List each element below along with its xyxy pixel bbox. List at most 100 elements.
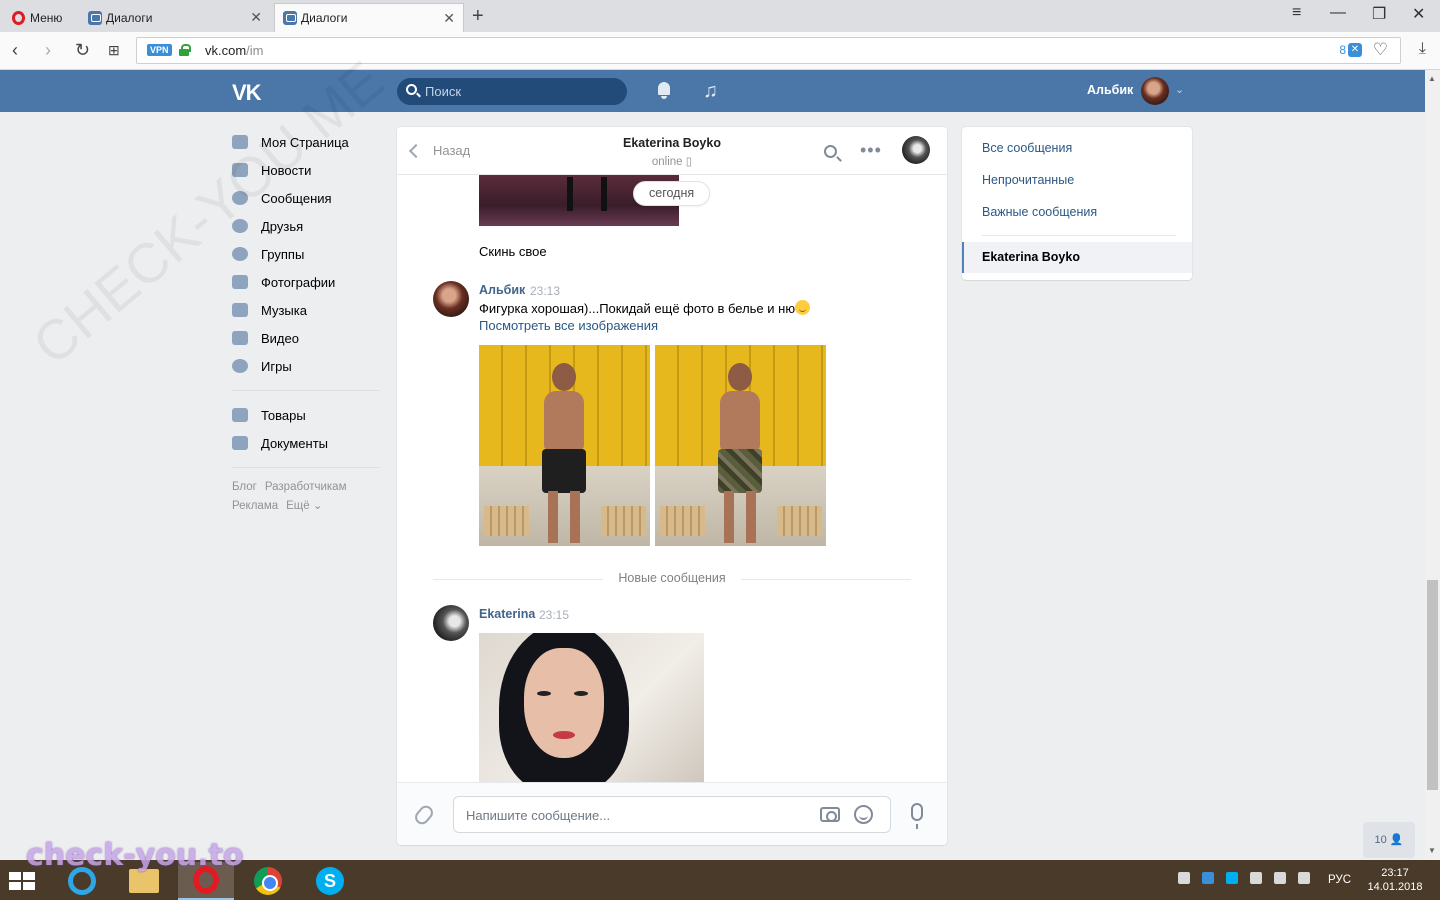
search-input[interactable] xyxy=(425,82,615,101)
taskbar-clock[interactable]: 23:17 14.01.2018 xyxy=(1364,866,1426,894)
search-icon xyxy=(406,84,417,95)
clock-time: 23:17 xyxy=(1381,867,1409,879)
tray-skype-icon[interactable] xyxy=(1226,872,1238,884)
message-input[interactable] xyxy=(466,806,806,824)
network-icon[interactable] xyxy=(1274,872,1286,884)
message-composer xyxy=(397,782,947,845)
opera-menu-label: Меню xyxy=(30,10,63,25)
vk-logo[interactable]: VK xyxy=(232,80,262,106)
online-friends-badge[interactable]: 10 👤 xyxy=(1363,822,1415,858)
scroll-down-arrow-icon[interactable]: ▼ xyxy=(1428,846,1436,855)
adblock-count: 8 xyxy=(1339,43,1346,57)
menu-item-goods[interactable]: Товары xyxy=(230,401,380,429)
tray-icon[interactable] xyxy=(1202,872,1214,884)
menu-item-photos[interactable]: Фотографии xyxy=(230,268,380,296)
message-author[interactable]: Ekaterina xyxy=(479,607,535,621)
url-field[interactable]: VPN vk.com/im 8 ✕ ♡ xyxy=(136,37,1401,64)
page-scrollbar[interactable]: ▲ ▼ xyxy=(1425,70,1440,860)
message-avatar[interactable] xyxy=(433,605,469,641)
heart-icon[interactable]: ♡ xyxy=(1373,40,1388,60)
music-note-icon xyxy=(232,303,248,317)
taskbar-chrome[interactable] xyxy=(240,862,296,900)
person-icon: 👤 xyxy=(1389,834,1404,846)
message-photo[interactable] xyxy=(479,633,704,783)
chevron-down-icon[interactable]: ⌄ xyxy=(1175,83,1184,96)
browser-tab-1[interactable]: Диалоги ✕ xyxy=(80,3,270,32)
chat-search-icon[interactable] xyxy=(824,145,837,158)
active-dialog-item[interactable]: Ekaterina Boyko xyxy=(962,242,1192,273)
back-arrow-icon[interactable]: ‹ xyxy=(12,40,18,61)
url-path: /im xyxy=(246,43,264,58)
camera-icon[interactable] xyxy=(820,807,840,822)
menu-item-music[interactable]: Музыка xyxy=(230,296,380,324)
message-time[interactable]: 23:13 xyxy=(530,284,560,298)
scrollbar-thumb[interactable] xyxy=(1427,580,1438,790)
more-options-icon[interactable]: ••• xyxy=(860,140,882,161)
peer-avatar[interactable] xyxy=(902,136,930,164)
music-note-icon[interactable]: ♫ xyxy=(703,80,718,103)
emoji-smile-icon[interactable] xyxy=(854,805,873,824)
menu-label: Товары xyxy=(261,407,306,423)
volume-icon[interactable] xyxy=(1298,872,1310,884)
message-text-body: Фигурка хорошая)...Покидай ещё фото в бе… xyxy=(479,301,796,316)
restore-icon[interactable]: ❐ xyxy=(1372,4,1386,24)
tray-icon[interactable] xyxy=(1178,872,1190,884)
header-username[interactable]: Альбик xyxy=(1087,83,1133,97)
view-all-images-link[interactable]: Посмотреть все изображения xyxy=(479,318,658,333)
close-window-icon[interactable]: ✕ xyxy=(1412,4,1425,24)
message-photo[interactable] xyxy=(479,345,650,546)
windows-start-icon[interactable] xyxy=(9,872,37,890)
photo-bench xyxy=(484,506,529,536)
filter-important[interactable]: Важные сообщения xyxy=(982,205,1097,219)
vpn-badge[interactable]: VPN xyxy=(147,44,172,56)
minimize-icon[interactable]: — xyxy=(1330,4,1346,22)
message-time[interactable]: 23:15 xyxy=(539,608,569,622)
close-tab-icon[interactable]: ✕ xyxy=(443,10,455,27)
speed-dial-icon[interactable]: ⊞ xyxy=(108,42,120,59)
footer-link-ads[interactable]: Реклама xyxy=(232,500,278,512)
browser-tab-2[interactable]: Диалоги ✕ xyxy=(274,3,464,32)
peer-status-text: online xyxy=(651,156,683,168)
menu-item-games[interactable]: Игры xyxy=(230,352,380,380)
footer-link-developers[interactable]: Разработчикам xyxy=(265,481,347,493)
scroll-up-arrow-icon[interactable]: ▲ xyxy=(1428,74,1436,83)
message-avatar[interactable] xyxy=(433,281,469,317)
person-torso xyxy=(720,391,760,451)
new-tab-icon[interactable]: + xyxy=(472,5,484,28)
close-tab-icon[interactable]: ✕ xyxy=(250,9,262,26)
message-author[interactable]: Альбик xyxy=(479,283,525,297)
taskbar-skype[interactable]: S xyxy=(302,862,358,900)
tab-menu-icon[interactable]: ≡ xyxy=(1292,4,1301,22)
message-photo[interactable] xyxy=(655,345,826,546)
footer-link-more[interactable]: Ещё ⌄ xyxy=(286,500,322,512)
person-torso xyxy=(544,391,584,451)
tray-icon[interactable] xyxy=(1250,872,1262,884)
download-icon[interactable]: ⤓ xyxy=(1419,40,1426,58)
search-box[interactable] xyxy=(397,78,627,105)
message-input-box[interactable] xyxy=(453,796,891,833)
header-avatar[interactable] xyxy=(1141,77,1169,105)
microphone-icon[interactable] xyxy=(911,803,923,829)
filter-all-messages[interactable]: Все сообщения xyxy=(982,141,1072,155)
reload-icon[interactable]: ↻ xyxy=(75,40,90,61)
menu-item-groups[interactable]: Группы xyxy=(230,240,380,268)
message-text: Скинь свое xyxy=(479,244,547,259)
menu-item-video[interactable]: Видео xyxy=(230,324,380,352)
date-separator-chip: сегодня xyxy=(633,181,711,206)
menu-label: Группы xyxy=(261,246,305,262)
lock-icon[interactable] xyxy=(179,44,191,56)
menu-item-documents[interactable]: Документы xyxy=(230,429,380,457)
shopping-bag-icon xyxy=(232,408,248,422)
forward-arrow-icon[interactable]: › xyxy=(45,40,51,61)
language-indicator[interactable]: РУС xyxy=(1328,874,1351,886)
attach-paperclip-icon[interactable] xyxy=(412,802,436,828)
document-icon xyxy=(232,436,248,450)
chat-panel: Назад Ekaterina Boyko online ▯ ••• сегод… xyxy=(397,127,947,845)
filter-unread[interactable]: Непрочитанные xyxy=(982,173,1074,187)
footer-link-blog[interactable]: Блог xyxy=(232,481,257,493)
person-legs xyxy=(548,491,580,543)
opera-menu-button[interactable]: Меню xyxy=(4,3,76,32)
photo-face xyxy=(524,648,604,758)
adblock-counter[interactable]: 8 ✕ xyxy=(1339,43,1362,57)
notifications-bell-icon[interactable] xyxy=(656,82,672,99)
